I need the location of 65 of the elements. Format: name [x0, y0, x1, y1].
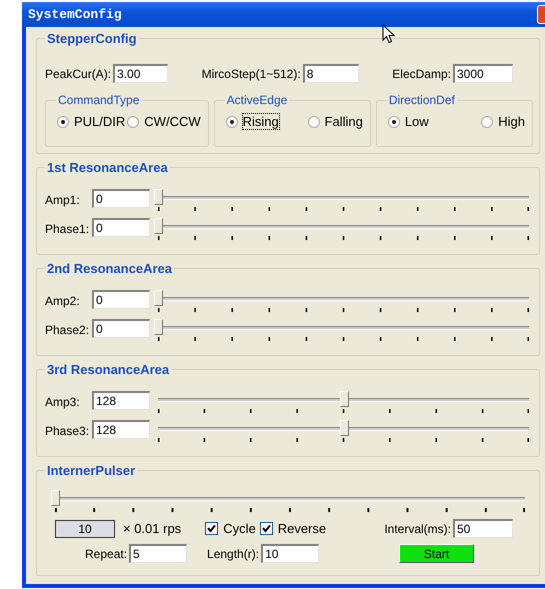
field-label: ElecDamp:	[392, 66, 451, 80]
radio-button[interactable]	[308, 116, 320, 128]
field-label: Amp1:	[45, 192, 81, 206]
group-title: 3rd ResonanceArea	[46, 362, 170, 377]
mouse-cursor-icon	[382, 24, 395, 44]
slider[interactable]	[158, 391, 529, 408]
text-field[interactable]: 3000	[452, 64, 513, 83]
group-title: DirectionDef	[388, 93, 456, 107]
text-field[interactable]: 0	[92, 290, 150, 309]
text-field[interactable]: 128	[92, 420, 150, 439]
group-title: 1st ResonanceArea	[46, 160, 169, 175]
radio-label[interactable]: Rising	[242, 114, 279, 129]
radio-button[interactable]	[127, 116, 140, 128]
text-field[interactable]: 0	[92, 319, 150, 338]
text-field[interactable]: 5	[129, 544, 188, 563]
slider-thumb[interactable]	[340, 391, 348, 407]
radio-label[interactable]: High	[498, 114, 525, 129]
field-label: Interval(ms):	[384, 522, 451, 536]
text-field[interactable]: 50	[453, 519, 513, 538]
checkmark-icon	[207, 524, 216, 533]
field-label: MircoStep(1~512):	[202, 66, 301, 80]
field-label: Amp3:	[45, 394, 81, 408]
checkmark-icon	[262, 524, 271, 533]
slider-thumb[interactable]	[340, 420, 348, 436]
slider-thumb[interactable]	[154, 189, 163, 205]
group-title: ActiveEdge	[226, 93, 288, 107]
unit-label: × 0.01 rps	[123, 521, 182, 536]
checkbox-label[interactable]: Cycle	[223, 521, 256, 536]
radio-label[interactable]: Falling	[324, 114, 363, 129]
field-label: Phase2:	[45, 322, 90, 336]
group-title: CommandType	[57, 93, 140, 107]
text-field[interactable]: 0	[92, 218, 150, 237]
text-field[interactable]: 8	[302, 64, 359, 83]
checkbox-label[interactable]: Reverse	[278, 521, 326, 536]
slider-thumb[interactable]	[154, 218, 163, 234]
field-label: Amp2:	[45, 292, 81, 308]
radio-button[interactable]	[57, 116, 69, 128]
checkbox[interactable]	[260, 522, 273, 535]
field-label: Phase3:	[45, 422, 90, 438]
radio-button[interactable]	[226, 116, 238, 128]
checkbox[interactable]	[205, 522, 218, 535]
radio-label[interactable]: Low	[404, 114, 429, 129]
close-button[interactable]	[537, 5, 545, 24]
start-button[interactable]: Start	[399, 544, 474, 563]
text-field[interactable]: 0	[92, 189, 150, 208]
field-label: Repeat:	[85, 546, 128, 560]
group-title: StepperConfig	[46, 31, 138, 46]
slider-thumb[interactable]	[154, 290, 163, 306]
radio-button[interactable]	[481, 116, 494, 128]
window-title: SystemConfig	[27, 7, 122, 22]
group-title: InternerPulser	[46, 463, 136, 478]
slider-thumb[interactable]	[154, 319, 163, 335]
speed-readout: 10	[55, 520, 115, 538]
slider[interactable]	[158, 420, 529, 437]
radio-button[interactable]	[388, 116, 400, 128]
group-title: 2nd ResonanceArea	[46, 261, 173, 276]
radio-label[interactable]: PUL/DIR	[74, 114, 126, 129]
field-label: Phase1:	[45, 220, 90, 236]
field-label: PeakCur(A):	[45, 66, 112, 80]
text-field[interactable]: 10	[261, 544, 320, 563]
radio-label[interactable]: CW/CCW	[144, 114, 201, 129]
text-field[interactable]: 3.00	[113, 64, 168, 83]
slider-thumb[interactable]	[51, 490, 60, 506]
field-label: Length(r):	[207, 546, 260, 560]
text-field[interactable]: 128	[92, 391, 150, 410]
